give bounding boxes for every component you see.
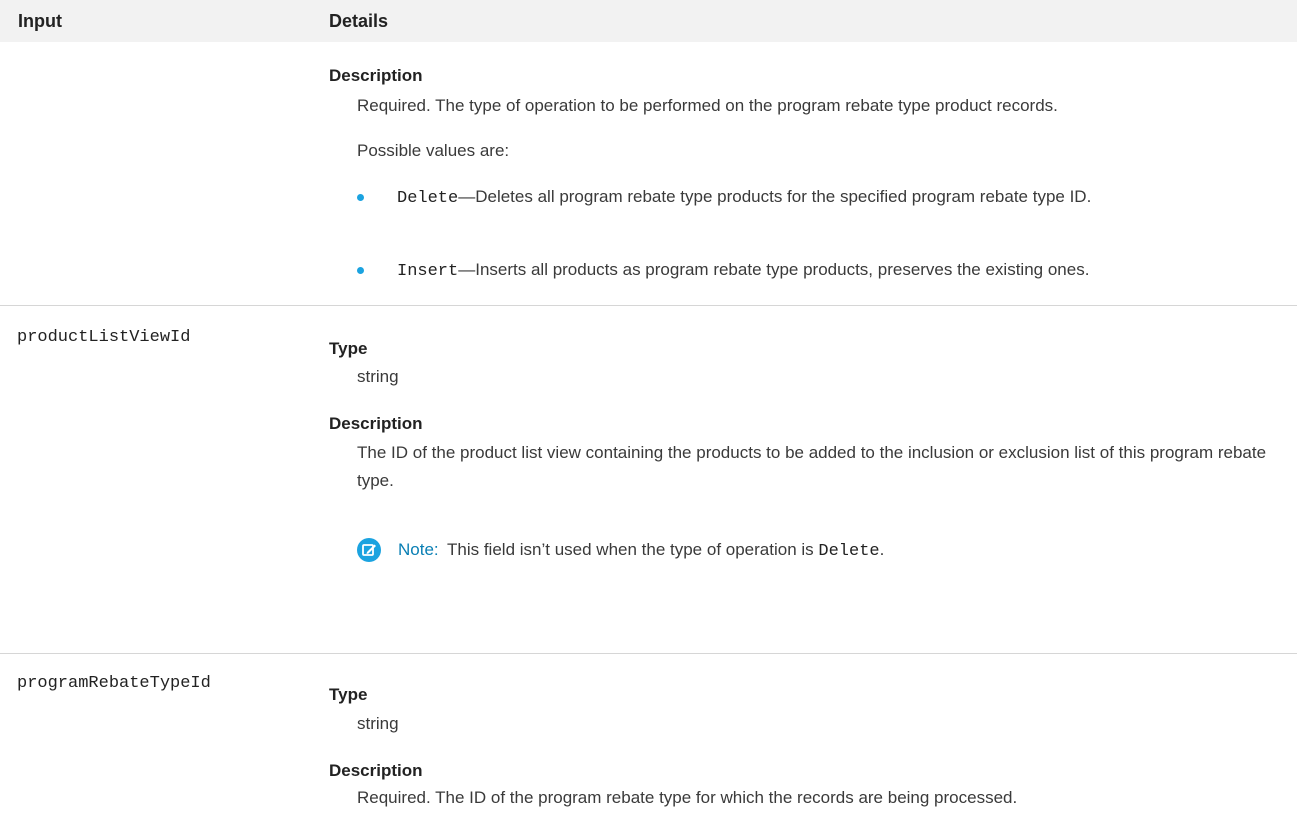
- input-name: programRebateTypeId: [17, 674, 211, 693]
- code-value: Delete: [397, 189, 459, 208]
- column-header-details: Details: [329, 11, 389, 31]
- value-description: —Inserts all products as program rebate …: [458, 260, 1090, 279]
- code-value: Delete: [818, 542, 880, 561]
- bullet-icon: [357, 267, 364, 274]
- description-text: The ID of the product list view containi…: [357, 443, 1267, 490]
- table-header: Input Details: [0, 0, 1297, 42]
- description-label: Description: [329, 66, 423, 85]
- input-name: productListViewId: [17, 328, 191, 347]
- table-row: programRebateTypeId Type string Descript…: [0, 653, 1297, 816]
- type-value: string: [357, 367, 399, 386]
- note-label: Note:: [398, 540, 439, 559]
- description-label: Description: [329, 414, 423, 433]
- pencil-note-icon: [357, 538, 381, 562]
- type-label: Type: [329, 685, 368, 704]
- note-text-after: .: [879, 540, 885, 559]
- note-text: This field isn’t used when the type of o…: [447, 536, 884, 566]
- bullet-icon: [357, 194, 364, 201]
- possible-values-label: Possible values are:: [357, 141, 510, 160]
- list-item-text: Insert—Inserts all products as program r…: [397, 256, 1287, 286]
- value-description: —Deletes all program rebate type product…: [458, 187, 1092, 206]
- note-text-before: This field isn’t used when the type of o…: [447, 540, 814, 559]
- description-text: Required. The type of operation to be pe…: [357, 96, 1058, 115]
- type-label: Type: [329, 339, 368, 358]
- table-row: productListViewId Type string Descriptio…: [0, 305, 1297, 654]
- code-value: Insert: [397, 262, 459, 281]
- description-label: Description: [329, 761, 423, 780]
- reference-table: Input Details Description Required. The …: [0, 0, 1297, 816]
- list-item-text: Delete—Deletes all program rebate type p…: [397, 183, 1287, 213]
- type-value: string: [357, 714, 399, 733]
- table-row: Description Required. The type of operat…: [0, 42, 1297, 306]
- description-text: Required. The ID of the program rebate t…: [357, 788, 1018, 807]
- column-header-input: Input: [18, 11, 62, 31]
